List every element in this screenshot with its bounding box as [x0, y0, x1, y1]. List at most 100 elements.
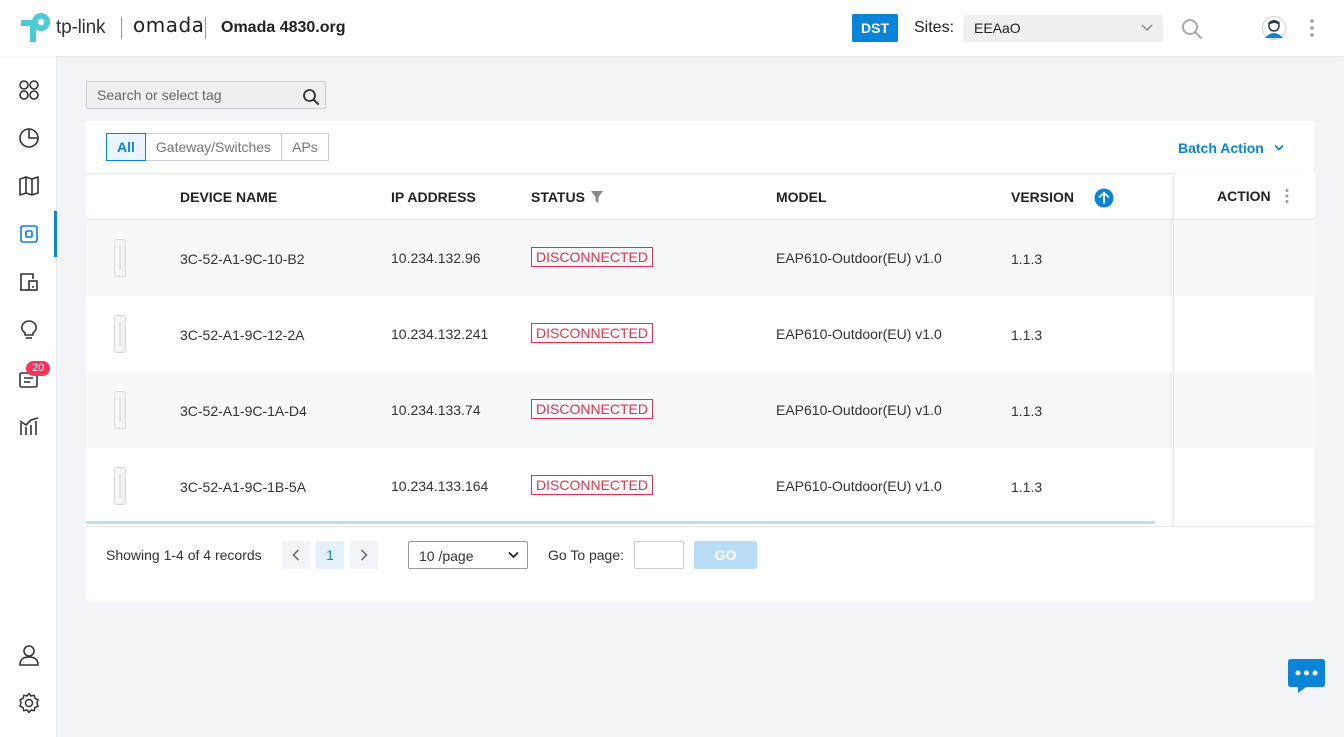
sites-label: Sites:	[914, 19, 955, 36]
sidebar-item-insights[interactable]	[0, 307, 57, 353]
tag-search-input[interactable]	[87, 82, 297, 108]
sidebar-item-account[interactable]	[0, 632, 57, 678]
sort-up-icon[interactable]	[1094, 188, 1114, 208]
omada-logo-text: omada	[133, 13, 205, 37]
device-name[interactable]: 3C-52-A1-9C-12-2A	[180, 327, 305, 343]
column-model[interactable]: MODEL	[776, 189, 827, 205]
divider	[86, 526, 1314, 527]
status-badge: DISCONNECTED	[531, 323, 654, 343]
page-size-select[interactable]: 10 /page	[408, 541, 528, 569]
status-badge: DISCONNECTED	[531, 247, 654, 267]
device-model: EAP610-Outdoor(EU) v1.0	[776, 250, 942, 266]
chat-icon[interactable]	[1288, 659, 1325, 694]
chevron-down-icon	[508, 551, 519, 559]
tp-link-logo[interactable]: tp-link	[18, 12, 105, 44]
device-thumbnail	[114, 239, 126, 277]
device-model: EAP610-Outdoor(EU) v1.0	[776, 478, 942, 494]
table-row[interactable]: 3C-52-A1-9C-12-2A 10.234.132.241 DISCONN…	[86, 296, 1314, 372]
column-status[interactable]: STATUS	[531, 189, 585, 205]
device-version: 1.1.3	[1011, 251, 1043, 267]
chevron-left-icon	[292, 549, 300, 561]
device-model: EAP610-Outdoor(EU) v1.0	[776, 402, 942, 418]
device-version: 1.1.3	[1011, 479, 1043, 495]
header-divider	[121, 17, 122, 39]
goto-page-input[interactable]	[634, 541, 684, 569]
device-icon	[19, 225, 38, 243]
page-number[interactable]: 1	[316, 541, 344, 569]
column-action: ACTION	[1217, 188, 1271, 204]
batch-action-label: Batch Action	[1178, 140, 1264, 156]
tp-link-logo-icon	[21, 13, 50, 42]
chevron-down-icon	[1274, 144, 1284, 151]
pie-chart-icon	[18, 128, 39, 148]
grid-icon	[18, 80, 39, 100]
tab-all[interactable]: All	[106, 133, 146, 161]
org-name: Omada 4830.org	[221, 19, 346, 36]
bulb-icon	[20, 320, 37, 339]
tab-gateway-switches[interactable]: Gateway/Switches	[145, 133, 283, 161]
column-device-name[interactable]: DEVICE NAME	[180, 189, 277, 205]
device-name[interactable]: 3C-52-A1-9C-1A-D4	[180, 403, 307, 419]
table-header: DEVICE NAME IP ADDRESS STATUS MODEL VERS…	[86, 173, 1314, 220]
device-ip: 10.234.132.96	[391, 250, 481, 266]
sidebar-item-reports[interactable]	[0, 403, 57, 449]
device-type-tabs: All Gateway/Switches APs	[106, 133, 329, 161]
action-cell	[1174, 220, 1315, 296]
table-row[interactable]: 3C-52-A1-9C-1B-5A 10.234.133.164 DISCONN…	[86, 448, 1314, 524]
device-model: EAP610-Outdoor(EU) v1.0	[776, 326, 942, 342]
sidebar-item-devices[interactable]	[0, 211, 57, 257]
go-button[interactable]: GO	[694, 541, 757, 569]
avatar[interactable]	[1262, 16, 1286, 40]
action-column: ACTION	[1173, 173, 1315, 526]
more-vertical-icon[interactable]	[1284, 188, 1290, 204]
tag-search	[86, 81, 326, 109]
action-header: ACTION	[1174, 173, 1315, 220]
sidebar-item-statistics[interactable]	[0, 115, 57, 161]
prev-page-button[interactable]	[282, 541, 310, 569]
sidebar: 20	[0, 56, 57, 737]
header-divider	[205, 17, 206, 39]
user-icon	[18, 645, 39, 666]
device-thumbnail	[114, 467, 126, 505]
dst-badge: DST	[852, 14, 898, 42]
device-version: 1.1.3	[1011, 327, 1043, 343]
next-page-button[interactable]	[350, 541, 378, 569]
filter-icon[interactable]	[591, 191, 603, 203]
client-icon	[19, 273, 38, 291]
device-name[interactable]: 3C-52-A1-9C-10-B2	[180, 251, 305, 267]
device-list-panel: All Gateway/Switches APs Batch Action DE…	[86, 121, 1315, 601]
horizontal-scrollbar[interactable]	[86, 521, 1155, 524]
sidebar-item-map[interactable]	[0, 163, 57, 209]
device-ip: 10.234.133.74	[391, 402, 481, 418]
sidebar-item-clients[interactable]	[0, 259, 57, 305]
batch-action-button[interactable]: Batch Action	[1178, 140, 1284, 156]
table-row[interactable]: 3C-52-A1-9C-1A-D4 10.234.133.74 DISCONNE…	[86, 372, 1314, 448]
gear-icon	[18, 692, 39, 714]
sidebar-item-logs[interactable]: 20	[0, 355, 57, 401]
site-select-value: EEAaO	[974, 20, 1021, 36]
chevron-right-icon	[360, 549, 368, 561]
search-icon[interactable]	[302, 88, 320, 106]
page-size-value: 10 /page	[419, 548, 474, 564]
sidebar-item-dashboard[interactable]	[0, 67, 57, 113]
status-badge: DISCONNECTED	[531, 475, 654, 495]
device-thumbnail	[114, 391, 126, 429]
notification-badge: 20	[26, 361, 51, 376]
site-select[interactable]: EEAaO	[963, 15, 1163, 42]
search-icon[interactable]	[1181, 18, 1203, 40]
column-ip-address[interactable]: IP ADDRESS	[391, 189, 476, 205]
column-version[interactable]: VERSION	[1011, 189, 1074, 205]
device-thumbnail	[114, 315, 126, 353]
top-header: tp-link omada Omada 4830.org DST Sites: …	[0, 0, 1344, 56]
table-row[interactable]: 3C-52-A1-9C-10-B2 10.234.132.96 DISCONNE…	[86, 220, 1314, 296]
device-name[interactable]: 3C-52-A1-9C-1B-5A	[180, 479, 306, 495]
status-badge: DISCONNECTED	[531, 399, 654, 419]
chevron-down-icon	[1141, 24, 1153, 32]
device-ip: 10.234.133.164	[391, 478, 489, 494]
sidebar-item-settings[interactable]	[0, 680, 57, 726]
tab-aps[interactable]: APs	[282, 133, 329, 161]
records-count: Showing 1-4 of 4 records	[106, 547, 262, 563]
pagination: Showing 1-4 of 4 records 1 10 /page Go T…	[86, 541, 1314, 581]
more-vertical-icon[interactable]	[1308, 18, 1316, 38]
brand-text: tp-link	[56, 17, 106, 38]
